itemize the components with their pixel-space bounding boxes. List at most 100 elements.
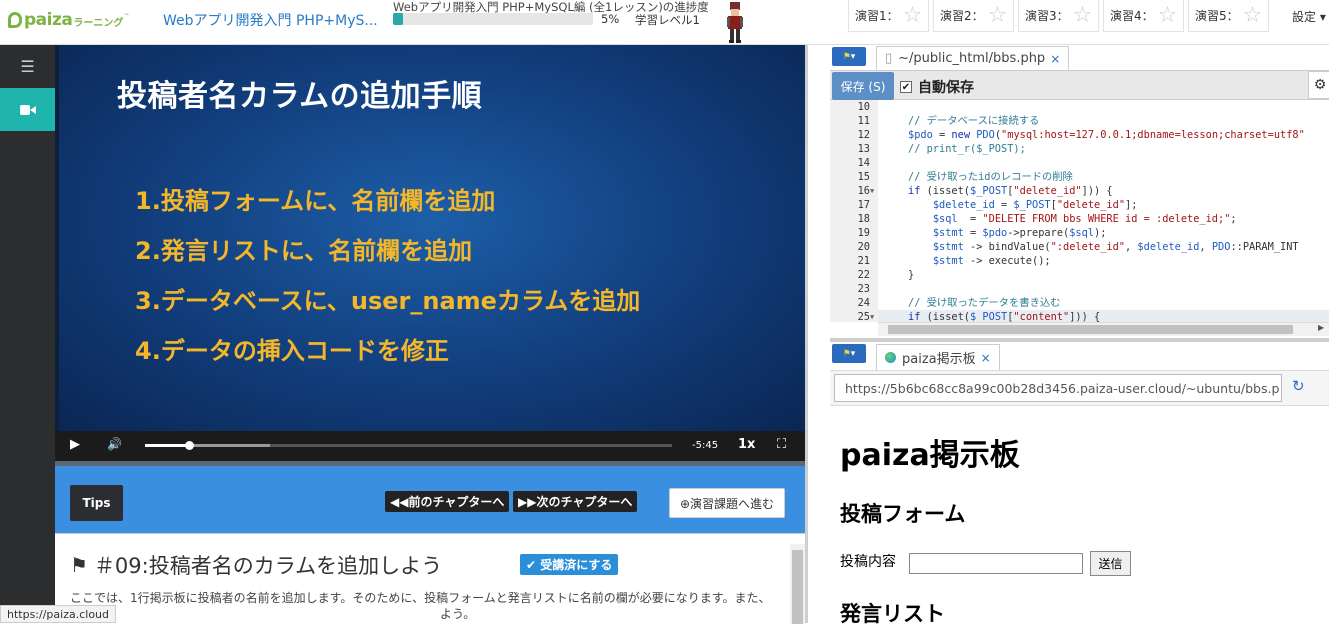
exercise-5-label: 演習5： — [1195, 9, 1239, 23]
code-text: $sql = "DELETE FROM bbs WHERE id = :dele… — [932, 213, 1237, 225]
editor-pane-menu-button[interactable]: ⚑ ▾ — [832, 47, 866, 66]
play-icon[interactable]: ▶ — [70, 437, 80, 452]
slide-item: 1.投稿フォームに、名前欄を追加 — [135, 187, 496, 215]
url-input[interactable]: https://5b6bc68cc8a99c00b28d3456.paiza-u… — [834, 374, 1282, 402]
content-input[interactable] — [909, 553, 1083, 574]
code-line[interactable]: 16 ▼ if (isset($_POST["delete_id"])) { — [830, 184, 1329, 198]
editor-horizontal-scrollbar[interactable]: ▶ — [878, 322, 1329, 336]
exercise-4-button[interactable]: 演習4： ☆ — [1103, 0, 1185, 32]
course-progress: Webアプリ開発入門 PHP+MySQL編 (全1レッスン)の進捗度 5% 学習… — [393, 0, 723, 45]
exercise-4-label: 演習4： — [1110, 9, 1154, 23]
lesson-description: ここでは、1行掲示板に投稿者の名前を追加します。そのために、投稿フォームと発言リ… — [70, 590, 775, 622]
submit-button[interactable]: 送信 — [1090, 551, 1131, 576]
star-icon: ☆ — [902, 3, 923, 28]
browser-tab-title: paiza掲示板 — [902, 352, 976, 367]
logo-brand: paiza — [24, 10, 73, 30]
code-line[interactable]: 22} — [830, 268, 1329, 282]
exercise-2-button[interactable]: 演習2： ☆ — [933, 0, 1015, 32]
video-controls: ▶ 🔊 -5:45 1x ⛶ — [55, 431, 805, 461]
status-bar-url: https://paiza.cloud — [0, 605, 117, 623]
fold-arrow-icon[interactable]: ▼ — [870, 310, 874, 322]
code-line[interactable]: 24 // 受け取ったデータを書き込む — [830, 296, 1329, 310]
seek-played — [145, 444, 189, 447]
scrollbar-thumb[interactable] — [888, 325, 1293, 334]
code-line[interactable]: 15 // 受け取ったidのレコードの削除 — [830, 170, 1329, 184]
list-menu-icon[interactable]: ☰ — [0, 45, 55, 88]
prev-chapter-button[interactable]: ◀◀前のチャプターへ — [385, 491, 510, 512]
close-icon[interactable]: × — [1050, 52, 1060, 66]
line-number: 13 — [830, 142, 878, 156]
code-line[interactable]: 17 $delete_id = $_POST["delete_id"]; — [830, 198, 1329, 212]
line-number: 12 — [830, 128, 878, 142]
file-tab-bbs-php[interactable]: ▯ ~/public_html/bbs.php × — [876, 46, 1070, 70]
video-player[interactable]: 投稿者名カラムの追加手順 1.投稿フォームに、名前欄を追加 2.発言リストに、名… — [55, 45, 805, 435]
code-line[interactable]: 10 — [830, 100, 1329, 114]
autosave-checkbox[interactable]: ✔ — [900, 81, 912, 93]
lesson-description-tail: よう。 — [440, 607, 476, 621]
browser-tab[interactable]: paiza掲示板 × — [876, 344, 1000, 370]
star-icon: ☆ — [1242, 3, 1263, 28]
mark-complete-button[interactable]: ✔ 受講済にする — [520, 554, 619, 575]
code-line[interactable]: 11 // データベースに接続する — [830, 114, 1329, 128]
code-line[interactable]: 13 // print_r($_POST); — [830, 142, 1329, 156]
fold-arrow-icon[interactable]: ▼ — [870, 184, 874, 198]
code-line[interactable]: 20 $stmt -> bindValue(":delete_id", $del… — [830, 240, 1329, 254]
exercise-5-button[interactable]: 演習5： ☆ — [1188, 0, 1270, 32]
code-text: $stmt -> bindValue(":delete_id", $delete… — [932, 241, 1299, 253]
code-line[interactable]: 23 — [830, 282, 1329, 296]
exercise-1-button[interactable]: 演習1： ☆ — [848, 0, 930, 32]
gear-icon[interactable]: ⚙ — [1308, 71, 1329, 99]
code-text: if (isset($_POST["delete_id"])) { — [908, 185, 1113, 197]
reload-icon[interactable]: ↻ — [1292, 377, 1305, 395]
video-seek-bar[interactable] — [145, 441, 672, 450]
browser-pane-menu-button[interactable]: ⚑ ▾ — [832, 344, 866, 363]
line-number: 15 — [830, 170, 878, 184]
autosave-toggle[interactable]: ✔ 自動保存 — [900, 77, 974, 97]
code-editor-pane: ⚑ ▾ ▯ ~/public_html/bbs.php × 保存 (S) ✔ 自… — [830, 45, 1329, 338]
chevron-down-icon: ▾ — [850, 51, 856, 62]
progress-fill — [393, 13, 403, 25]
save-button[interactable]: 保存 (S) — [832, 72, 894, 100]
character-avatar-icon — [727, 2, 743, 43]
fullscreen-icon[interactable]: ⛶ — [777, 437, 786, 452]
code-line[interactable]: 18 $sql = "DELETE FROM bbs WHERE id = :d… — [830, 212, 1329, 226]
exercise-1-label: 演習1： — [855, 9, 899, 23]
chapter-bar: Tips ◀◀前のチャプターへ ▶▶次のチャプターへ ⊕演習課題へ進む — [55, 461, 805, 533]
code-line[interactable]: 14 — [830, 156, 1329, 170]
code-line[interactable]: 12 $pdo = new PDO("mysql:host=127.0.0.1;d… — [830, 128, 1329, 142]
exercise-3-button[interactable]: 演習3： ☆ — [1018, 0, 1100, 32]
lesson-panel: ⚑ ＃09:投稿者名のカラムを追加しよう ✔ 受講済にする ここでは、1行掲示板… — [55, 533, 805, 624]
camera-icon — [19, 104, 36, 115]
logo-mark-icon — [8, 12, 22, 28]
seek-handle[interactable] — [184, 441, 194, 450]
line-number: 11 — [830, 114, 878, 128]
top-header: paiza ラーニング ™ Webアプリ開発入門 PHP+MyS... Webア… — [0, 0, 1329, 45]
code-text: if (isset($_POST["content"])) { — [908, 311, 1101, 322]
paiza-logo[interactable]: paiza ラーニング ™ — [8, 10, 129, 30]
lesson-scrollbar[interactable] — [790, 544, 805, 624]
code-text: } — [908, 269, 915, 281]
slide-item: 3.データベースに、user_nameカラムを追加 — [135, 287, 641, 315]
pane-splitter[interactable] — [805, 45, 830, 623]
next-exercise-button[interactable]: ⊕演習課題へ進む — [669, 488, 785, 518]
playback-speed-button[interactable]: 1x — [738, 437, 755, 452]
rendered-page: paiza掲示板 投稿フォーム 投稿内容 送信 発言リスト — [840, 406, 1325, 626]
line-number: 10 — [830, 100, 878, 114]
code-line[interactable]: 21 $stmt -> execute(); — [830, 254, 1329, 268]
course-link[interactable]: Webアプリ開発入門 PHP+MyS... — [163, 10, 378, 30]
close-icon[interactable]: × — [981, 351, 991, 365]
settings-menu[interactable]: 設定 ▾ — [1292, 8, 1326, 25]
code-area[interactable]: 10 11 // データベースに接続する 12 $pdo = new PDO("mysq… — [830, 100, 1329, 322]
code-line[interactable]: 19 $stmt = $pdo->prepare($sql); — [830, 226, 1329, 240]
editor-tab-row: ⚑ ▾ ▯ ~/public_html/bbs.php × — [830, 45, 1329, 70]
browser-pane: ⚑ ▾ paiza掲示板 × https://5b6bc68cc8a99c00b… — [830, 342, 1329, 626]
volume-icon[interactable]: 🔊 — [107, 437, 122, 451]
slide-item: 4.データの挿入コードを修正 — [135, 337, 449, 365]
next-chapter-button[interactable]: ▶▶次のチャプターへ — [513, 491, 638, 512]
scroll-right-icon[interactable]: ▶ — [1318, 323, 1324, 332]
video-camera-icon[interactable] — [0, 88, 55, 131]
line-number: 24 — [830, 296, 878, 310]
code-line[interactable]: 25 ▼ if (isset($_POST["content"])) { — [830, 310, 1329, 322]
tips-button[interactable]: Tips — [70, 485, 123, 521]
scrollbar-thumb[interactable] — [792, 550, 803, 624]
